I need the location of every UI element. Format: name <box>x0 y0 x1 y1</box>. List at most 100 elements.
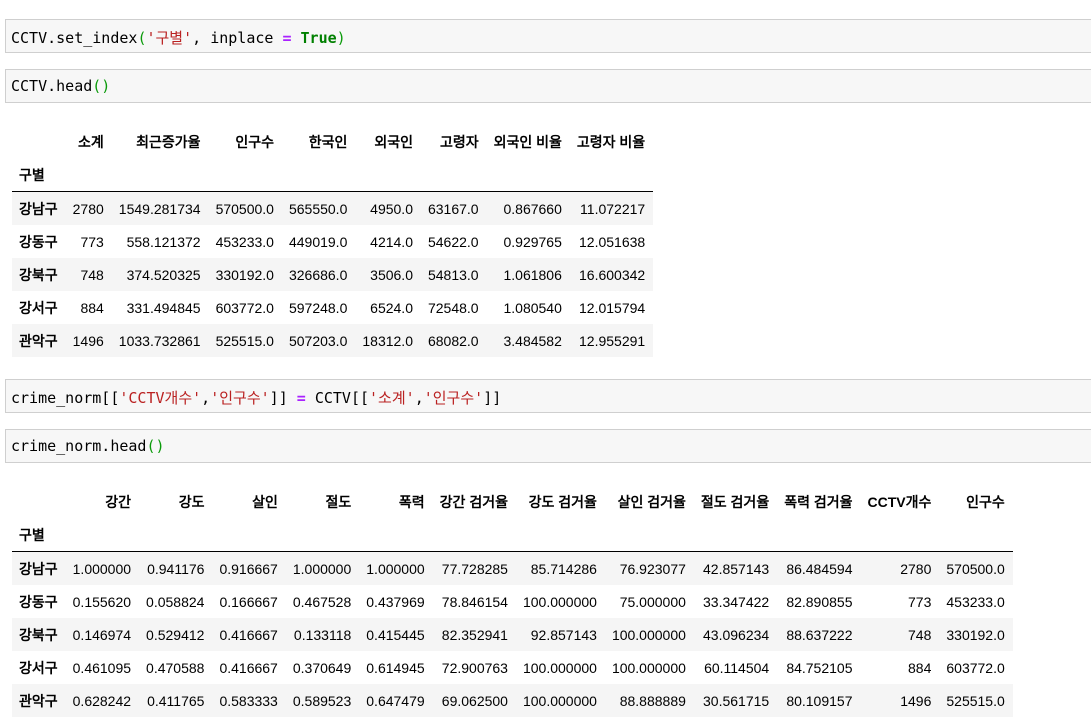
table-cell: 3506.0 <box>370 266 413 283</box>
row-index: 강동구 <box>19 593 58 610</box>
table-cell: 1549.281734 <box>118 200 201 217</box>
table-cell: 82.352941 <box>441 626 508 643</box>
table-cell: 0.628242 <box>72 692 132 709</box>
table-cell: 0.470588 <box>146 659 205 676</box>
code-input[interactable]: CCTV.set_index('구별', inplace = True) <box>11 27 346 48</box>
column-header: 소계 <box>78 134 104 150</box>
code-input[interactable]: CCTV.head() <box>11 77 110 95</box>
table-cell: 603772.0 <box>946 659 1005 676</box>
code-cell-crime-norm-assign[interactable]: crime_norm[['CCTV개수','인구수']] = CCTV[['소계… <box>5 379 1091 413</box>
table-cell: 76.923077 <box>619 560 686 577</box>
header-filler <box>860 518 940 552</box>
table-cell: 54622.0 <box>427 233 479 250</box>
table-cell: 884 <box>908 659 932 676</box>
table-cell: 69.062500 <box>441 692 508 709</box>
table-row: 강북구 748 374.520325 330192.0 326686.0 3506.0 54… <box>12 258 654 291</box>
table-row: 강서구 884 331.494845 603772.0 597248.0 6524.0 72… <box>12 291 653 324</box>
column-header: 고령자 <box>439 134 479 150</box>
table-row: 강남구 1.000000 0.941176 0.916667 1.000000 1.000… <box>12 551 1013 585</box>
table-cell: 12.955291 <box>579 332 646 349</box>
table-cell: 100.000000 <box>611 626 686 643</box>
table-cell: 0.916667 <box>219 560 278 577</box>
table-cell: 30.561715 <box>703 692 770 709</box>
table-cell: 0.647479 <box>366 692 425 709</box>
code-token: True <box>300 29 337 47</box>
code-token: crime_norm.head <box>11 437 147 455</box>
table-cell: 0.058824 <box>146 593 205 610</box>
table-cell: 1496 <box>900 692 932 709</box>
table-cell: 597248.0 <box>288 299 348 316</box>
table-cell: 748 <box>908 626 932 643</box>
code-input[interactable]: crime_norm[['CCTV개수','인구수']] = CCTV[['소계… <box>11 387 501 408</box>
table-row: 강동구 0.155620 0.058824 0.166667 0.467528 0.437… <box>12 585 1013 618</box>
table-cell: 453233.0 <box>215 233 274 250</box>
table-cell: 453233.0 <box>946 593 1005 610</box>
table-cell: 68082.0 <box>427 332 479 349</box>
table-cell: 100.000000 <box>522 659 597 676</box>
table-cell: 0.370649 <box>292 659 352 676</box>
table-cell: 507203.0 <box>288 332 348 349</box>
table-cell: 0.583333 <box>219 692 278 709</box>
table-cell: 12.015794 <box>579 299 646 316</box>
table-cell: 0.437969 <box>366 593 425 610</box>
code-token: '인구수' <box>423 389 484 407</box>
header-filler <box>139 518 213 552</box>
code-cell-cctv-head[interactable]: CCTV.head() <box>5 69 1091 103</box>
table-cell: 77.728285 <box>441 560 508 577</box>
table-row: 관악구 1496 1033.732861 525515.0 507203.0 18312.… <box>12 324 654 357</box>
output-dataframe-cctv: 소계 최근증가율 인구수 한국인 외국인 고령자 외국인 비율 고령자 비율 구별 강남구 2780… <box>12 126 654 357</box>
table-cell: 0.867660 <box>503 200 562 217</box>
table-cell: 1.080540 <box>503 299 562 316</box>
table-cell: 525515.0 <box>215 332 274 349</box>
code-token: , <box>414 389 424 407</box>
code-token: crime_norm[[ <box>11 389 120 407</box>
table-cell: 0.411765 <box>147 692 205 709</box>
table-cell: 330192.0 <box>215 266 274 283</box>
table-cell: 100.000000 <box>611 659 686 676</box>
column-header: 강간 <box>105 494 132 510</box>
index-name-header: 구별 <box>12 518 66 552</box>
column-header: 외국인 <box>374 134 413 150</box>
table-cell: 0.461095 <box>72 659 132 676</box>
table-cell: 80.109157 <box>786 692 853 709</box>
header-blank <box>12 126 66 158</box>
index-name-header: 구별 <box>12 158 66 192</box>
header-filler <box>65 158 112 192</box>
table-cell: 60.114504 <box>704 659 770 676</box>
table-cell: 84.752105 <box>786 659 853 676</box>
table-cell: 63167.0 <box>427 200 479 217</box>
code-token: ]] <box>269 389 297 407</box>
code-token: CCTV.set_index <box>11 29 138 47</box>
dataframe-table: 소계 최근증가율 인구수 한국인 외국인 고령자 외국인 비율 고령자 비율 구별 강남구 2780… <box>12 126 654 357</box>
table-cell: 4950.0 <box>370 200 413 217</box>
table-cell: 72548.0 <box>427 299 479 316</box>
table-cell: 565550.0 <box>288 200 348 217</box>
row-index: 강북구 <box>19 266 58 283</box>
table-cell: 4214.0 <box>370 233 413 250</box>
table-cell: 88.637222 <box>786 626 853 643</box>
table-cell: 12.051638 <box>579 233 646 250</box>
table-cell: 2780 <box>72 200 104 217</box>
header-filler <box>486 158 570 192</box>
column-header: 절도 검거율 <box>700 494 770 510</box>
table-cell: 0.529412 <box>146 626 205 643</box>
table-cell: 86.484594 <box>786 560 853 577</box>
table-row: 강동구 773 558.121372 453233.0 449019.0 4214.0 54… <box>12 225 653 258</box>
table-cell: 884 <box>80 299 104 316</box>
row-index: 강서구 <box>19 659 58 676</box>
table-cell: 1.061806 <box>503 266 562 283</box>
column-header: 강도 검거율 <box>528 494 597 510</box>
header-filler <box>359 518 433 552</box>
table-cell: 558.121372 <box>126 233 201 250</box>
dataframe-table: 강간 강도 살인 절도 폭력 강간 검거율 강도 검거율 살인 검거율 절도 검거율 폭력 검거율… <box>12 486 1013 717</box>
table-cell: 449019.0 <box>288 233 348 250</box>
table-cell: 331.494845 <box>126 299 201 316</box>
table-cell: 16.600342 <box>579 266 646 283</box>
table-cell: 85.714286 <box>530 560 597 577</box>
code-cell-crime-norm-head[interactable]: crime_norm.head() <box>5 429 1091 463</box>
header-filler <box>432 518 516 552</box>
code-input[interactable]: crime_norm.head() <box>11 437 165 455</box>
table-cell: 773 <box>908 593 932 610</box>
column-header: 살인 <box>252 494 278 510</box>
code-cell-set-index[interactable]: CCTV.set_index('구별', inplace = True) <box>5 19 1091 53</box>
